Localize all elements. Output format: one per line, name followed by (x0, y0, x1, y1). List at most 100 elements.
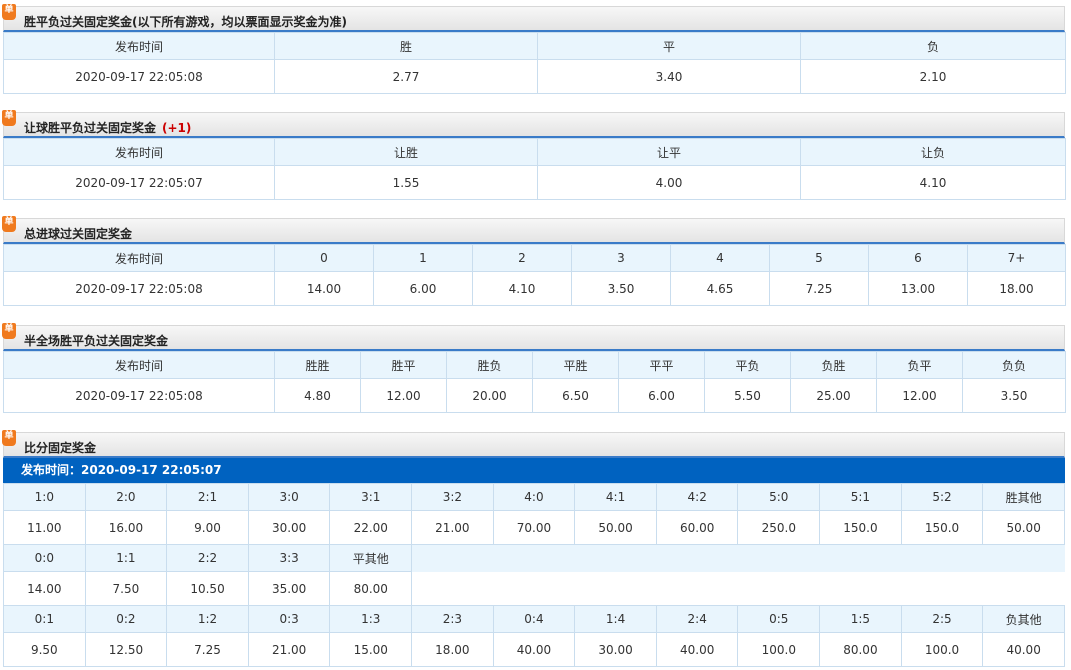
wdl-section: 单 胜平负过关固定奖金(以下所有游戏，均以票面显示奖金为准) 发布时间 胜 平 … (2, 4, 1066, 94)
score-header-cell: 4:1 (574, 483, 657, 511)
odds-cell: 80.00 (329, 571, 413, 606)
odds-cell: 4.00 (537, 165, 801, 200)
header-half-full: 胜负 (446, 351, 533, 379)
table-header-row: 发布时间 让胜 让平 让负 (3, 138, 1066, 166)
odds-cell: 9.00 (166, 510, 249, 545)
score-header-cell: 0:0 (3, 544, 86, 572)
table-row: 2020-09-17 22:05:08 2.77 3.40 2.10 (3, 59, 1066, 94)
score-header: 单 比分固定奖金 (2, 430, 1065, 458)
handicap-section: 单 让球胜平负过关固定奖金 (+1) 发布时间 让胜 让平 让负 2020-09-… (2, 110, 1066, 200)
odds-cell: 16.00 (84, 510, 168, 545)
score-header-cell: 2:2 (166, 544, 249, 572)
total-goals-section: 单 总进球过关固定奖金 发布时间 0 1 2 3 4 5 6 7+ 2020-0… (2, 216, 1066, 306)
header-half-full: 胜胜 (274, 351, 361, 379)
odds-cell: 13.00 (868, 271, 968, 306)
total-goals-header: 单 总进球过关固定奖金 (2, 216, 1065, 244)
odds-cell: 21.00 (411, 510, 494, 545)
odds-cell: 4.65 (670, 271, 770, 306)
odds-cell: 1.55 (274, 165, 538, 200)
header-half-full: 胜平 (360, 351, 447, 379)
score-header-cell: 3:1 (329, 483, 413, 511)
header-draw: 平 (537, 32, 801, 60)
single-badge-icon: 单 (2, 323, 16, 339)
odds-cell: 2.10 (800, 59, 1066, 94)
header-publish-time: 发布时间 (3, 32, 275, 60)
header-goals: 1 (373, 244, 473, 272)
score-header-cell: 4:0 (492, 483, 576, 511)
odds-cell: 250.0 (737, 510, 821, 545)
odds-cell: 20.00 (446, 378, 533, 413)
odds-cell: 9.50 (3, 632, 86, 667)
header-publish-time: 发布时间 (3, 351, 275, 379)
odds-cell: 30.00 (247, 510, 331, 545)
odds-cell: 25.00 (790, 378, 877, 413)
away-win-values-row: 9.50 12.50 7.25 21.00 15.00 18.00 40.00 … (3, 632, 1065, 667)
odds-cell: 150.0 (819, 510, 902, 545)
draw-header-row: 0:0 1:1 2:2 3:3 平其他 (3, 544, 1065, 572)
total-goals-title: 总进球过关固定奖金 (24, 227, 133, 241)
header-lose: 负 (800, 32, 1066, 60)
score-header-cell: 1:2 (166, 605, 249, 633)
score-title: 比分固定奖金 (24, 441, 97, 455)
empty-cell (411, 571, 1065, 606)
header-goals: 0 (274, 244, 374, 272)
odds-cell: 70.00 (492, 510, 576, 545)
odds-cell: 100.0 (900, 632, 984, 667)
odds-cell: 6.50 (532, 378, 619, 413)
header-goals: 3 (571, 244, 671, 272)
score-header-cell: 4:2 (655, 483, 739, 511)
table-header-row: 发布时间 胜 平 负 (3, 32, 1066, 60)
wdl-header: 单 胜平负过关固定奖金(以下所有游戏，均以票面显示奖金为准) (2, 4, 1065, 32)
odds-cell: 60.00 (655, 510, 739, 545)
publish-time-cell: 2020-09-17 22:05:08 (3, 271, 275, 306)
half-full-header: 单 半全场胜平负过关固定奖金 (2, 323, 1065, 351)
score-header-cell: 2:0 (84, 483, 168, 511)
publish-time-cell: 2020-09-17 22:05:08 (3, 378, 275, 413)
odds-cell: 35.00 (247, 571, 331, 606)
odds-cell: 11.00 (3, 510, 86, 545)
odds-cell: 18.00 (411, 632, 494, 667)
handicap-title: 让球胜平负过关固定奖金 (+1) (24, 121, 192, 135)
header-goals: 2 (472, 244, 572, 272)
half-full-section: 单 半全场胜平负过关固定奖金 发布时间 胜胜 胜平 胜负 平胜 平平 平负 负胜… (2, 323, 1066, 413)
odds-cell: 40.00 (492, 632, 576, 667)
score-header-cell: 5:2 (900, 483, 984, 511)
odds-cell: 7.50 (84, 571, 168, 606)
header-publish-time: 发布时间 (3, 138, 275, 166)
score-header-cell: 1:0 (3, 483, 86, 511)
single-badge-icon: 单 (2, 4, 16, 20)
odds-cell: 30.00 (574, 632, 657, 667)
score-header-cell: 0:1 (3, 605, 86, 633)
single-badge-icon: 单 (2, 110, 16, 126)
odds-cell: 12.00 (876, 378, 963, 413)
score-publish-time: 发布时间：2020-09-17 22:05:07 (3, 458, 1065, 483)
odds-cell: 14.00 (274, 271, 374, 306)
odds-cell: 40.00 (655, 632, 739, 667)
wdl-title: 胜平负过关固定奖金(以下所有游戏，均以票面显示奖金为准) (24, 15, 347, 29)
odds-cell: 4.10 (472, 271, 572, 306)
header-half-full: 平胜 (532, 351, 619, 379)
odds-cell: 18.00 (967, 271, 1066, 306)
table-row: 2020-09-17 22:05:07 1.55 4.00 4.10 (3, 165, 1066, 200)
score-header-cell: 2:1 (166, 483, 249, 511)
odds-cell: 4.80 (274, 378, 361, 413)
odds-cell: 3.50 (571, 271, 671, 306)
header-goals: 4 (670, 244, 770, 272)
odds-cell: 7.25 (769, 271, 869, 306)
odds-cell: 6.00 (373, 271, 473, 306)
odds-cell: 22.00 (329, 510, 413, 545)
score-header-cell: 平其他 (329, 544, 413, 572)
score-header-cell: 5:0 (737, 483, 821, 511)
odds-cell: 50.00 (982, 510, 1065, 545)
table-row: 2020-09-17 22:05:08 14.00 6.00 4.10 3.50… (3, 271, 1066, 306)
single-badge-icon: 单 (2, 430, 16, 446)
score-header-cell: 0:2 (84, 605, 168, 633)
score-header-cell: 胜其他 (982, 483, 1065, 511)
odds-cell: 10.50 (166, 571, 249, 606)
odds-cell: 7.25 (166, 632, 249, 667)
total-goals-table: 发布时间 0 1 2 3 4 5 6 7+ 2020-09-17 22:05:0… (3, 244, 1066, 306)
score-header-cell: 0:4 (492, 605, 576, 633)
score-header-cell: 2:3 (411, 605, 494, 633)
header-half-full: 负负 (962, 351, 1066, 379)
half-full-title: 半全场胜平负过关固定奖金 (24, 334, 169, 348)
